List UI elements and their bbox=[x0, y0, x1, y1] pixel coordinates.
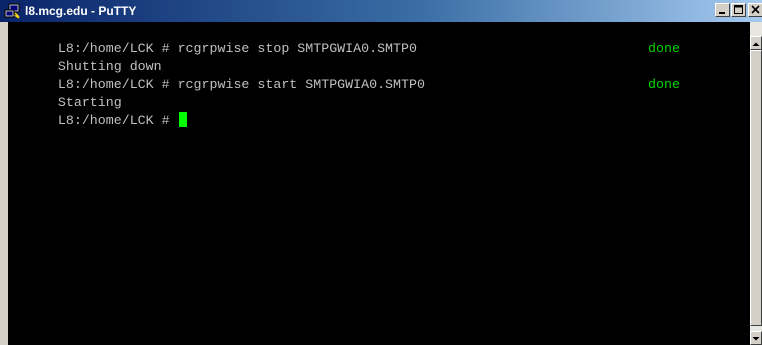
terminal-line: Shutting down bbox=[10, 40, 162, 74]
status-done: done bbox=[648, 77, 680, 92]
scroll-down-button[interactable] bbox=[750, 331, 762, 345]
window-title: l8.mcg.edu - PuTTY bbox=[25, 4, 137, 18]
maximize-icon bbox=[734, 5, 743, 14]
vertical-scrollbar[interactable] bbox=[750, 22, 762, 345]
maximize-button[interactable] bbox=[731, 3, 746, 17]
scroll-thumb[interactable] bbox=[750, 50, 762, 326]
putty-window: l8.mcg.edu - PuTTY L8:/home/LCK # rcgrpw… bbox=[0, 0, 762, 345]
terminal-line: L8:/home/LCK # rcgrpwise start SMTPGWIA0… bbox=[10, 58, 425, 92]
text-cursor bbox=[178, 112, 187, 127]
arrow-up-icon bbox=[752, 42, 760, 46]
terminal-prompt-line[interactable]: L8:/home/LCK # bbox=[10, 94, 187, 128]
minimize-button[interactable] bbox=[715, 3, 730, 17]
close-icon bbox=[751, 5, 760, 14]
terminal-prompt: L8:/home/LCK # bbox=[57, 113, 178, 128]
scroll-up-button[interactable] bbox=[750, 36, 762, 50]
terminal-screen[interactable]: L8:/home/LCK # rcgrpwise stop SMTPGWIA0.… bbox=[8, 22, 750, 345]
status-done: done bbox=[648, 41, 680, 56]
title-bar[interactable]: l8.mcg.edu - PuTTY bbox=[0, 0, 762, 22]
close-button[interactable] bbox=[748, 3, 762, 17]
arrow-down-icon bbox=[752, 337, 760, 341]
terminal-line: Starting bbox=[10, 76, 122, 110]
terminal-line: L8:/home/LCK # rcgrpwise stop SMTPGWIA0.… bbox=[10, 22, 417, 56]
minimize-icon bbox=[719, 12, 725, 14]
putty-terminal-icon[interactable] bbox=[4, 3, 20, 19]
